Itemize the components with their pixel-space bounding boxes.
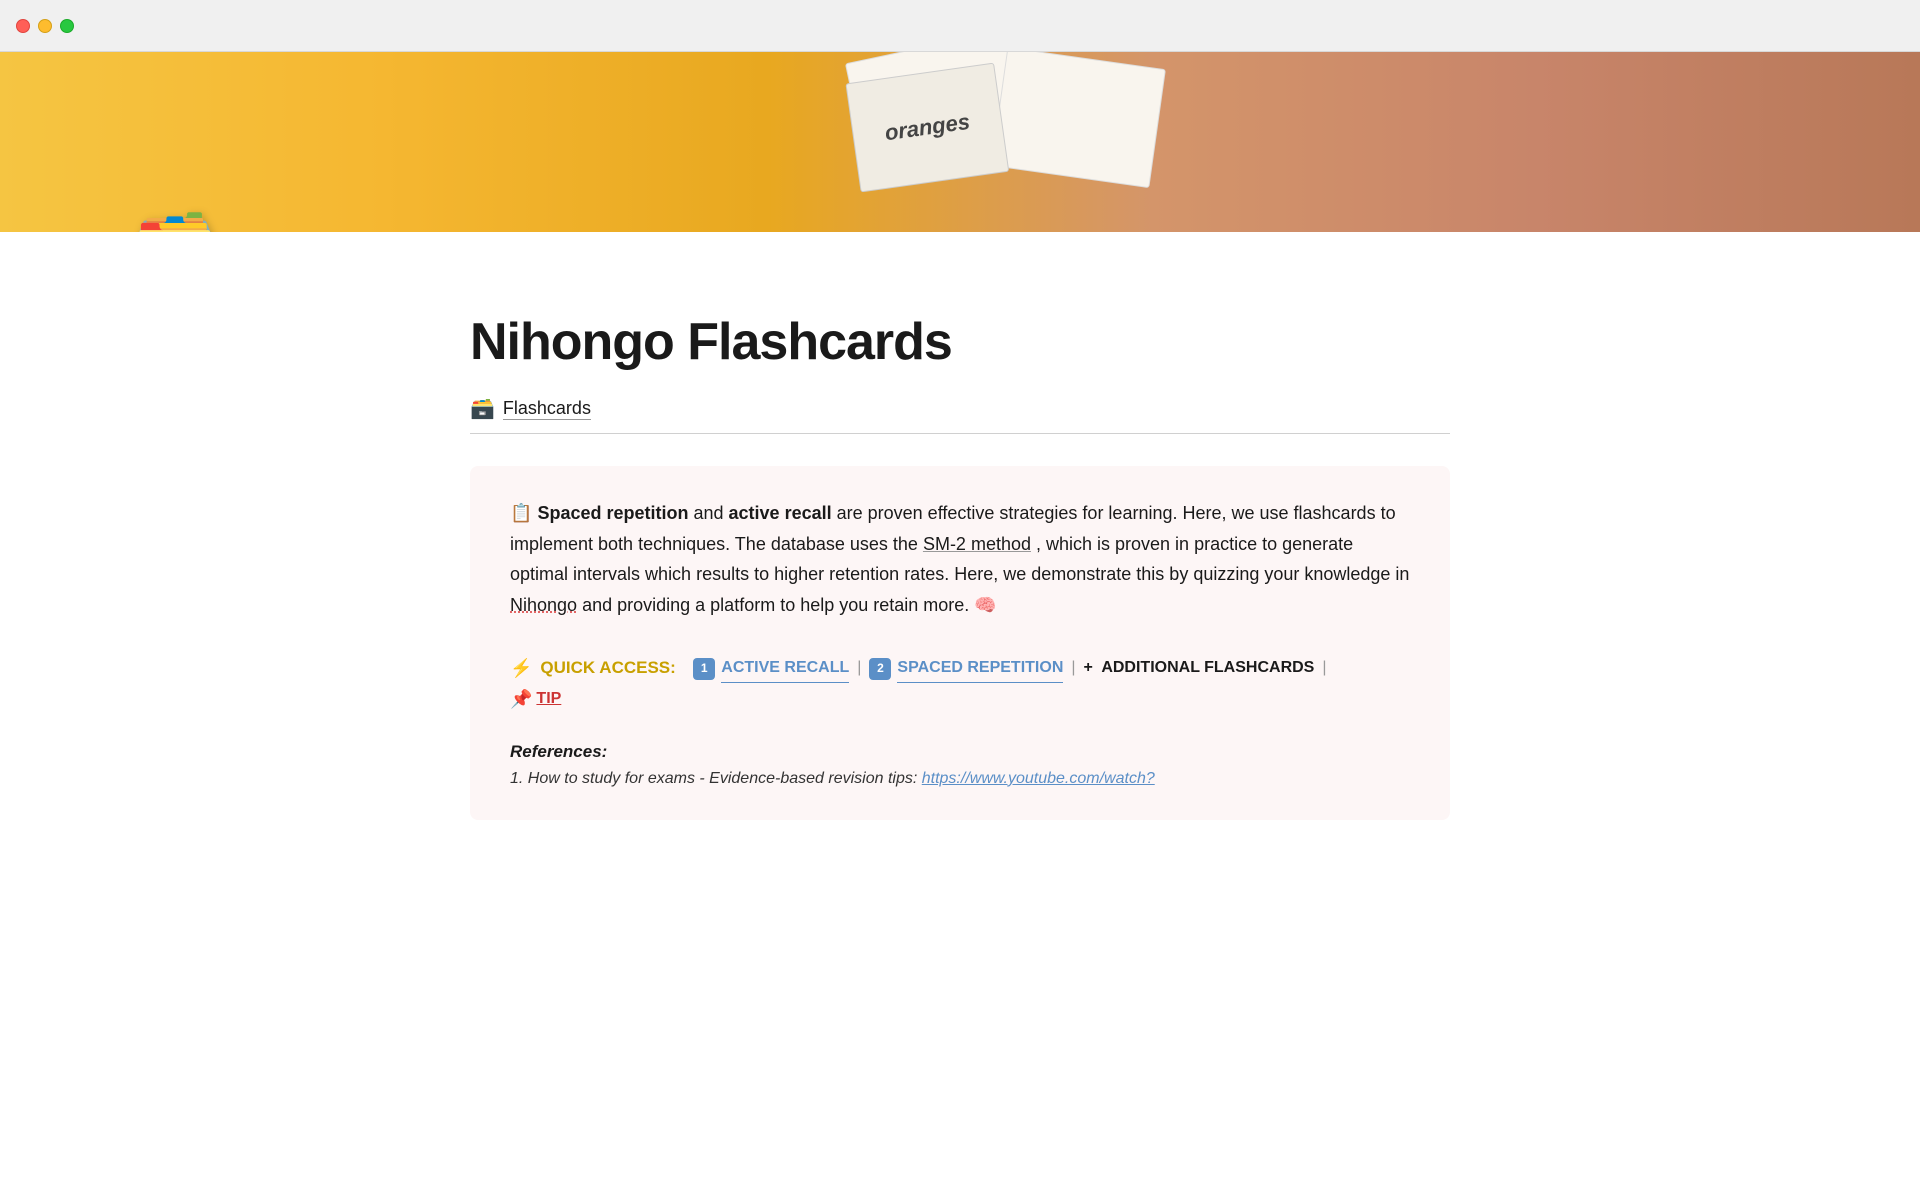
maximize-button[interactable] <box>60 19 74 33</box>
info-and: and <box>693 503 728 523</box>
page-icon: 🗃️ <box>130 206 220 232</box>
badge-1: 1 <box>693 658 715 680</box>
spaced-rep-bold: Spaced repetition <box>537 503 688 523</box>
info-text-3: and providing a platform to help you ret… <box>582 595 974 615</box>
info-box: 📋 Spaced repetition and active recall ar… <box>470 466 1450 820</box>
active-recall-link[interactable]: ACTIVE RECALL <box>721 654 849 684</box>
references-section: References: 1. How to study for exams - … <box>510 742 1410 788</box>
quick-access-tip-row: 📌 TIP <box>510 689 1410 710</box>
quick-access-section: ⚡ QUICK ACCESS: 1 ACTIVE RECALL | 2 SPAC… <box>510 652 1410 709</box>
content-area: Nihongo Flashcards 🗃️ Flashcards 📋 Space… <box>330 232 1590 820</box>
separator-3: | <box>1322 654 1326 683</box>
hero-image: oranges <box>0 52 1920 232</box>
brain-emoji: 🧠 <box>974 595 996 615</box>
minimize-button[interactable] <box>38 19 52 33</box>
titlebar <box>0 0 1920 52</box>
quick-access-line1: ⚡ QUICK ACCESS: 1 ACTIVE RECALL | 2 SPAC… <box>510 652 1410 684</box>
reference-link-1[interactable]: https://www.youtube.com/watch? <box>922 770 1155 787</box>
breadcrumb-link[interactable]: Flashcards <box>503 398 591 420</box>
plus-icon: + <box>1084 654 1093 683</box>
separator-2: | <box>1071 654 1075 683</box>
sm2-link[interactable]: SM-2 method <box>923 534 1031 554</box>
badge-2: 2 <box>869 658 891 680</box>
nihongo-word: Nihongo <box>510 595 577 615</box>
spacer1 <box>680 653 689 684</box>
hero-banner: oranges 🗃️ <box>0 52 1920 232</box>
spaced-repetition-link[interactable]: SPACED REPETITION <box>897 654 1063 684</box>
active-recall-bold: active recall <box>729 503 832 523</box>
separator-1: | <box>857 654 861 683</box>
pin-icon: 📌 <box>510 689 532 710</box>
intro-icon: 📋 <box>510 503 532 523</box>
breadcrumb-row: 🗃️ Flashcards <box>470 396 1450 434</box>
reference-text-1: 1. How to study for exams - Evidence-bas… <box>510 770 922 787</box>
reference-item-1: 1. How to study for exams - Evidence-bas… <box>510 770 1410 788</box>
breadcrumb-icon: 🗃️ <box>470 396 495 421</box>
references-title: References: <box>510 742 1410 762</box>
info-paragraph: 📋 Spaced repetition and active recall ar… <box>510 498 1410 620</box>
page-icon-container: 🗃️ <box>130 210 220 232</box>
page-title: Nihongo Flashcards <box>470 312 1450 372</box>
quick-access-label: QUICK ACCESS: <box>540 653 675 684</box>
close-button[interactable] <box>16 19 30 33</box>
additional-flashcards-link[interactable]: ADDITIONAL FLASHCARDS <box>1097 654 1314 683</box>
tip-link[interactable]: TIP <box>536 690 561 708</box>
lightning-icon: ⚡ <box>510 652 532 684</box>
